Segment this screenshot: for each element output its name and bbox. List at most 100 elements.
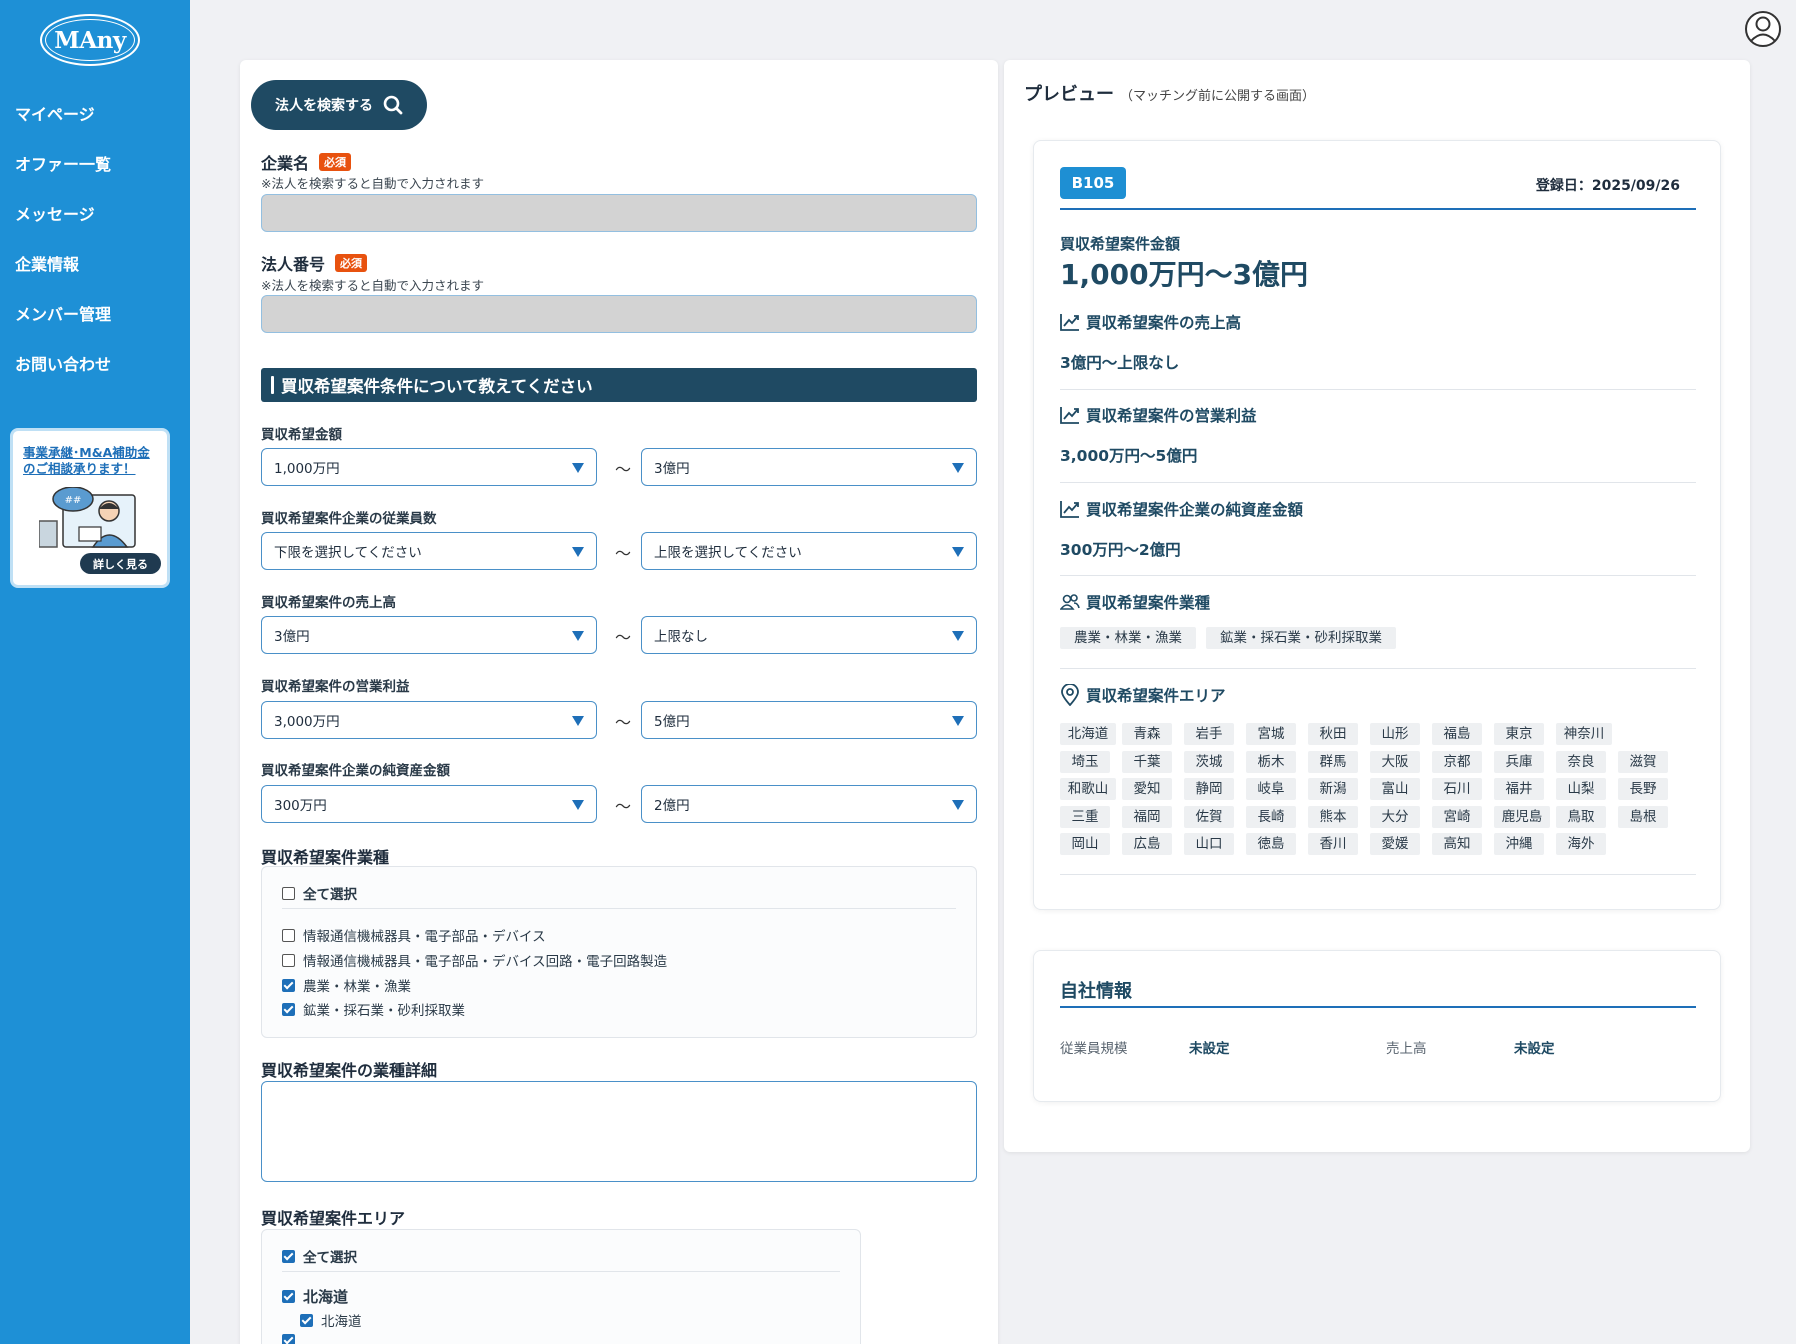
sidebar-item-company-info[interactable]: 企業情報 — [0, 238, 190, 288]
chevron-down-icon — [952, 463, 964, 473]
prefecture-tag: 沖縄 — [1494, 833, 1544, 855]
own-company-title: 自社情報 — [1060, 981, 1132, 1002]
company-name-field[interactable] — [261, 194, 977, 232]
prefecture-tag: 静岡 — [1184, 778, 1234, 800]
chevron-down-icon — [952, 800, 964, 810]
many-logo[interactable]: MAny — [40, 14, 140, 66]
prefecture-tag: 青森 — [1122, 723, 1172, 745]
industry-option[interactable]: 情報通信機械器具・電子部品・デバイス — [282, 925, 546, 945]
sidebar-item-offers[interactable]: オファー一覧 — [0, 138, 190, 188]
range-tilde: 〜 — [614, 544, 631, 563]
chevron-down-icon — [952, 547, 964, 557]
range-label-amount: 買収希望金額 — [261, 427, 342, 443]
checkbox[interactable] — [282, 886, 295, 900]
area-pref-hokkaido[interactable]: 北海道 — [300, 1310, 362, 1330]
industry-select-all[interactable]: 全て選択 — [282, 883, 357, 903]
range-tilde: 〜 — [614, 797, 631, 816]
area-region-hokkaido[interactable]: 北海道 — [282, 1286, 348, 1307]
prefecture-tag: 岩手 — [1184, 723, 1234, 745]
prefecture-tag: 長野 — [1618, 778, 1668, 800]
corp-number-field[interactable] — [261, 295, 977, 333]
profit-min-select[interactable]: 3,000万円 — [261, 701, 597, 739]
sidebar-item-messages[interactable]: メッセージ — [0, 188, 190, 238]
net-assets-min-select[interactable]: 300万円 — [261, 785, 597, 823]
employees-min-select[interactable]: 下限を選択してください — [261, 532, 597, 570]
preview-title: プレビュー （マッチング前に公開する画面） — [1024, 84, 1316, 105]
prefecture-tag: 宮城 — [1246, 723, 1296, 745]
subsidy-promo-banner[interactable]: 事業承継･M&A補助金 のご相談承ります！ ## 詳しく見る — [10, 428, 170, 588]
prefecture-tag: 神奈川 — [1556, 723, 1612, 745]
area-region-next[interactable] — [282, 1334, 295, 1344]
amount-min-select[interactable]: 1,000万円 — [261, 448, 597, 486]
industry-option[interactable]: 鉱業・採石業・砂利採取業 — [282, 999, 465, 1019]
employees-key: 従業員規模 — [1060, 1041, 1128, 1057]
chevron-down-icon — [572, 800, 584, 810]
industry-option[interactable]: 情報通信機械器具・電子部品・デバイス回路・電子回路製造 — [282, 950, 667, 970]
checkbox-checked[interactable] — [282, 978, 295, 992]
prefecture-tag: 和歌山 — [1060, 778, 1116, 800]
employees-max-select[interactable]: 上限を選択してください — [641, 532, 977, 570]
amount-max-select[interactable]: 3億円 — [641, 448, 977, 486]
chevron-down-icon — [572, 547, 584, 557]
svg-text:##: ## — [65, 495, 82, 506]
area-select-all[interactable]: 全て選択 — [282, 1246, 357, 1266]
amount-value: 1,000万円〜3億円 — [1060, 258, 1309, 291]
checkbox-checked[interactable] — [282, 1290, 295, 1303]
corp-number-hint: ※法人を検索すると自動で入力されます — [261, 278, 484, 293]
sidebar-item-contact[interactable]: お問い合わせ — [0, 338, 190, 388]
prefecture-tag: 海外 — [1556, 833, 1606, 855]
chevron-down-icon — [572, 631, 584, 641]
user-account-icon[interactable] — [1744, 10, 1782, 48]
prefecture-tag: 山口 — [1184, 833, 1234, 855]
search-corporation-button[interactable]: 法人を検索する — [251, 80, 427, 130]
corp-number-label: 法人番号 必須 — [261, 251, 368, 275]
preview-offer-card: B105 登録日：2025/09/26 買収希望案件金額 1,000万円〜3億円… — [1033, 140, 1721, 910]
location-pin-icon — [1061, 684, 1079, 706]
promo-text: 事業承継･M&A補助金 のご相談承ります！ — [23, 445, 150, 476]
sales-max-select[interactable]: 上限なし — [641, 616, 977, 654]
sidebar-item-members[interactable]: メンバー管理 — [0, 288, 190, 338]
checkbox[interactable] — [282, 928, 295, 942]
prefecture-tag: 愛媛 — [1370, 833, 1420, 855]
prefecture-tag: 香川 — [1308, 833, 1358, 855]
prefecture-tag: 山梨 — [1556, 778, 1606, 800]
trend-chart-icon — [1060, 501, 1079, 518]
sales-key: 売上高 — [1386, 1041, 1427, 1057]
prefecture-tag: 兵庫 — [1494, 750, 1544, 773]
prefecture-tag: 福岡 — [1122, 805, 1172, 828]
sidebar: MAny マイページ オファー一覧 メッセージ 企業情報 メンバー管理 お問い合… — [0, 0, 190, 1344]
required-badge: 必須 — [319, 153, 352, 171]
industry-option[interactable]: 農業・林業・漁業 — [282, 975, 411, 995]
area-label: 買収希望案件エリア — [261, 1209, 406, 1228]
area-checkbox-panel: 全て選択 北海道 北海道 — [261, 1229, 861, 1344]
prefecture-tag: 愛知 — [1122, 778, 1172, 800]
checkbox-checked[interactable] — [300, 1313, 313, 1327]
search-button-label: 法人を検索する — [275, 98, 373, 114]
prefecture-tag: 岐阜 — [1246, 778, 1296, 800]
sidebar-item-mypage[interactable]: マイページ — [0, 88, 190, 138]
company-name-hint: ※法人を検索すると自動で入力されます — [261, 176, 484, 191]
checkbox[interactable] — [282, 953, 295, 967]
prefecture-tag: 徳島 — [1246, 833, 1296, 855]
prefecture-tag: 山形 — [1370, 723, 1420, 745]
prefecture-tag: 高知 — [1432, 833, 1482, 855]
prefecture-tag: 千葉 — [1122, 750, 1172, 773]
sales-min-select[interactable]: 3億円 — [261, 616, 597, 654]
prefecture-tag: 島根 — [1618, 805, 1668, 828]
net-assets-max-select[interactable]: 2億円 — [641, 785, 977, 823]
promo-details-button[interactable]: 詳しく見る — [80, 553, 161, 574]
checkbox-checked[interactable] — [282, 1002, 295, 1016]
prefecture-tag: 広島 — [1122, 833, 1172, 855]
preview-panel: プレビュー （マッチング前に公開する画面） B105 登録日：2025/09/26… — [1004, 60, 1750, 1152]
industry-detail-textarea[interactable] — [261, 1081, 977, 1182]
industry-checkbox-panel: 全て選択 情報通信機械器具・電子部品・デバイス 情報通信機械器具・電子部品・デバ… — [261, 866, 977, 1038]
profit-max-select[interactable]: 5億円 — [641, 701, 977, 739]
prefecture-tag: 鳥取 — [1556, 805, 1606, 828]
prefecture-tag: 奈良 — [1556, 750, 1606, 773]
checkbox-checked[interactable] — [282, 1334, 295, 1344]
checkbox-checked[interactable] — [282, 1249, 295, 1263]
company-name-label: 企業名 必須 — [261, 150, 352, 174]
prefecture-tag: 佐賀 — [1184, 805, 1234, 828]
preview-subtitle: （マッチング前に公開する画面） — [1120, 89, 1316, 104]
range-label-sales: 買収希望案件の売上高 — [261, 595, 396, 611]
